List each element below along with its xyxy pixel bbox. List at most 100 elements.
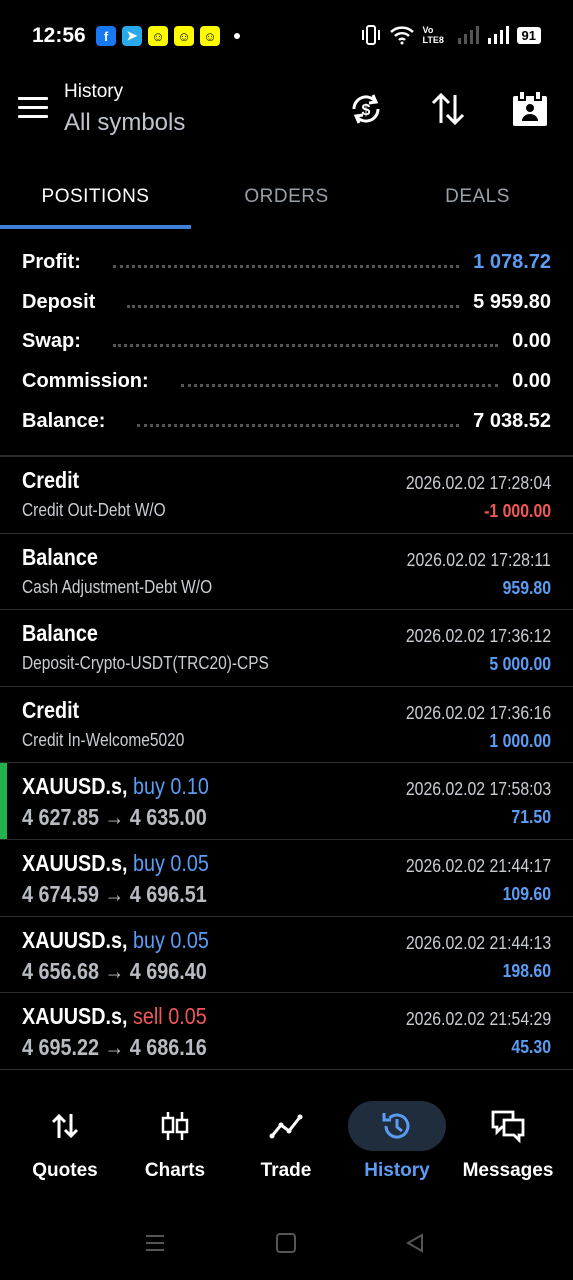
list-item[interactable]: XAUUSD.s, buy 0.05 4 674.59 → 4 696.51 2… — [0, 840, 573, 917]
history-list: Credit Credit Out-Debt W/O 2026.02.02 17… — [0, 457, 573, 1070]
position-symbol: XAUUSD.s, — [22, 1003, 128, 1030]
messages-icon — [491, 1110, 525, 1144]
system-navigation-bar — [0, 1220, 573, 1270]
position-prices: 4 674.59 → 4 696.51 — [22, 880, 207, 907]
tab-bar: POSITIONS ORDERS DEALS — [0, 165, 573, 229]
svg-text:$: $ — [362, 102, 371, 119]
history-icon — [382, 1113, 410, 1139]
deal-time: 2026.02.02 17:58:03 — [405, 779, 551, 800]
leader-dots — [180, 384, 499, 388]
list-item[interactable]: XAUUSD.s, sell 0.05 4 695.22 → 4 686.16 … — [0, 993, 573, 1070]
position-title: XAUUSD.s, sell 0.05 — [22, 1003, 207, 1030]
deal-time: 2026.02.02 17:28:04 — [405, 473, 551, 493]
home-icon[interactable] — [275, 1232, 297, 1254]
summary-label: Profit: — [22, 251, 81, 274]
summary-value: 1 078.72 — [473, 251, 551, 274]
summary-row-profit: Profit: 1 078.72 — [22, 243, 551, 283]
nav-charts[interactable]: Charts — [118, 1100, 232, 1190]
position-title: XAUUSD.s, buy 0.10 — [22, 773, 209, 800]
list-item[interactable]: Credit Credit Out-Debt W/O 2026.02.02 17… — [0, 457, 573, 534]
position-symbol: XAUUSD.s, — [22, 926, 128, 953]
battery-indicator: 91 — [516, 26, 541, 44]
snapchat-icon: ☺ — [148, 26, 168, 46]
tab-positions[interactable]: POSITIONS — [0, 165, 191, 229]
signal-icon — [487, 26, 509, 44]
deal-comment: Deposit-Crypto-USDT(TRC20)-CPS — [22, 653, 269, 674]
list-item[interactable]: Credit Credit In-Welcome5020 2026.02.02 … — [0, 687, 573, 764]
signal-icon — [457, 26, 479, 44]
nav-trade[interactable]: Trade — [229, 1100, 343, 1190]
deal-time: 2026.02.02 17:28:11 — [406, 549, 551, 570]
summary-value: 0.00 — [512, 330, 551, 353]
position-symbol: XAUUSD.s, — [22, 773, 128, 800]
deal-comment: Credit Out-Debt W/O — [22, 500, 166, 520]
summary-panel: Profit: 1 078.72 Deposit 5 959.80 Swap: … — [22, 243, 551, 441]
position-title: XAUUSD.s, buy 0.05 — [22, 927, 209, 954]
summary-row-deposit: Deposit 5 959.80 — [22, 283, 551, 323]
list-item[interactable]: Balance Deposit-Crypto-USDT(TRC20)-CPS 2… — [0, 610, 573, 687]
more-notifications-icon — [234, 33, 240, 39]
nav-quotes[interactable]: Quotes — [8, 1100, 122, 1190]
symbol-filter[interactable]: All symbols — [64, 109, 185, 137]
deal-time: 2026.02.02 21:44:13 — [405, 932, 551, 953]
summary-label: Swap: — [22, 330, 81, 353]
list-item[interactable]: XAUUSD.s, buy 0.10 4 627.85 → 4 635.00 2… — [0, 763, 573, 840]
list-item[interactable]: Balance Cash Adjustment-Debt W/O 2026.02… — [0, 534, 573, 611]
selected-marker — [0, 763, 7, 839]
bottom-navigation: Quotes Charts Trade History Messages — [0, 1100, 573, 1190]
recents-icon[interactable] — [144, 1232, 166, 1254]
deal-type: Balance — [22, 543, 98, 570]
tab-deals[interactable]: DEALS — [382, 165, 573, 229]
leader-dots — [112, 344, 499, 348]
notification-icons: f ➤ ☺ ☺ ☺ — [96, 26, 240, 46]
nav-messages[interactable]: Messages — [451, 1100, 565, 1190]
position-side: buy 0.10 — [133, 773, 209, 800]
deal-time: 2026.02.02 21:44:17 — [405, 855, 551, 876]
nav-label: Quotes — [32, 1160, 98, 1181]
app-bar: History All symbols $ — [0, 75, 573, 155]
summary-value: 5 959.80 — [473, 290, 551, 313]
position-side: buy 0.05 — [133, 849, 209, 876]
network-type-label: Vo LTE8 — [422, 25, 444, 45]
telegram-icon: ➤ — [122, 26, 142, 46]
deal-type: Credit — [22, 467, 80, 493]
deal-amount: 959.80 — [502, 577, 551, 598]
charts-icon — [161, 1112, 189, 1140]
wifi-icon — [389, 26, 414, 45]
period-sync-icon[interactable]: $ — [346, 89, 386, 129]
deal-time: 2026.02.02 17:36:12 — [405, 626, 551, 647]
back-icon[interactable] — [404, 1232, 426, 1254]
tab-orders[interactable]: ORDERS — [191, 165, 382, 229]
deal-amount: -1 000.00 — [484, 501, 551, 521]
status-time: 12:56 — [32, 24, 86, 47]
nav-label: Trade — [260, 1160, 312, 1181]
position-title: XAUUSD.s, buy 0.05 — [22, 850, 209, 877]
deal-comment: Cash Adjustment-Debt W/O — [22, 576, 213, 597]
position-prices: 4 695.22 → 4 686.16 — [22, 1034, 207, 1061]
status-bar: 12:56 f ➤ ☺ ☺ ☺ Vo LTE8 91 — [0, 0, 573, 75]
trade-icon — [269, 1114, 303, 1139]
deal-time: 2026.02.02 17:36:16 — [405, 702, 551, 723]
sort-icon[interactable] — [428, 89, 468, 129]
summary-value: 0.00 — [512, 370, 551, 393]
nav-label: Charts — [144, 1160, 206, 1181]
facebook-icon: f — [96, 26, 116, 46]
position-side: sell 0.05 — [133, 1003, 207, 1030]
deal-amount: 5 000.00 — [489, 654, 551, 675]
page-title: History — [64, 81, 124, 102]
nav-history[interactable]: History — [340, 1100, 454, 1190]
leader-dots — [137, 423, 460, 427]
nav-label: Messages — [462, 1160, 554, 1181]
report-icon[interactable] — [510, 89, 550, 129]
summary-label: Commission: — [22, 370, 149, 393]
system-icons: Vo LTE8 91 — [361, 24, 541, 46]
summary-row-balance: Balance: 7 038.52 — [22, 401, 551, 441]
quotes-icon — [51, 1113, 79, 1139]
list-item[interactable]: XAUUSD.s, buy 0.05 4 656.68 → 4 696.40 2… — [0, 917, 573, 994]
deal-amount: 1 000.00 — [489, 730, 551, 751]
nav-label: History — [364, 1160, 430, 1181]
menu-icon[interactable] — [18, 97, 48, 119]
summary-value: 7 038.52 — [473, 409, 551, 432]
deal-type: Balance — [22, 620, 98, 647]
deal-comment: Credit In-Welcome5020 — [22, 729, 185, 750]
